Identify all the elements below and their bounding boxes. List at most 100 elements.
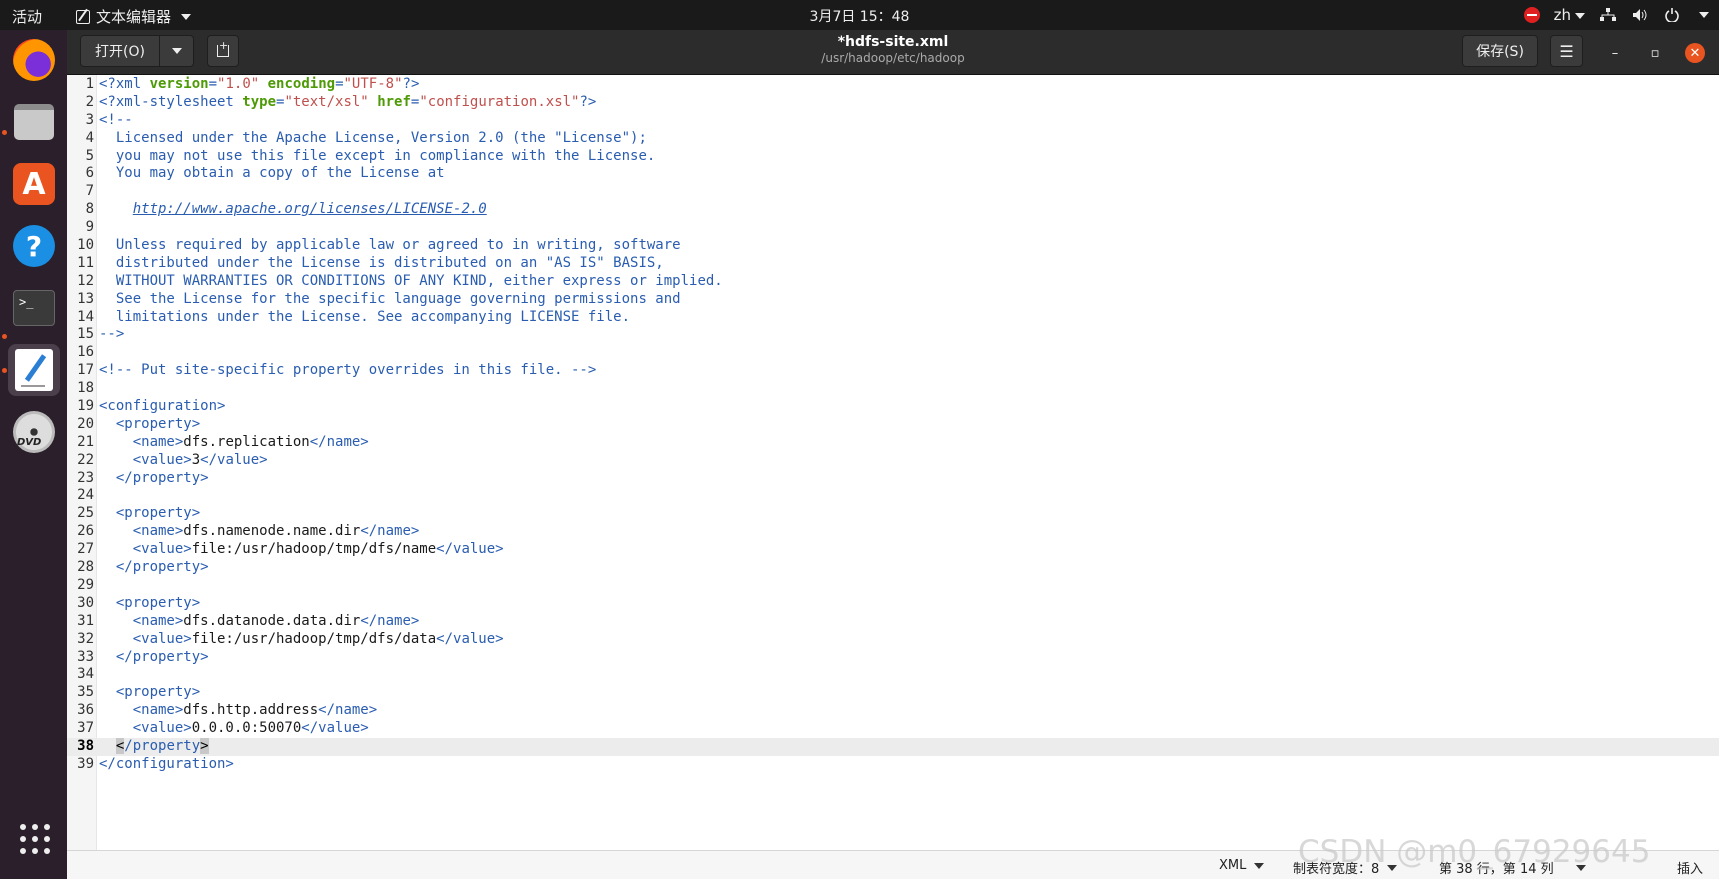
dock-item-text-editor[interactable] xyxy=(8,344,60,396)
code-token: = xyxy=(208,76,218,92)
code-line[interactable]: 38 </property> xyxy=(67,737,1719,756)
code-line[interactable]: 24 xyxy=(67,487,1719,505)
code-line[interactable]: 7 xyxy=(67,183,1719,201)
line-number: 4 xyxy=(85,129,94,146)
firefox-icon xyxy=(13,39,55,81)
code-line[interactable]: 17 <!-- Put site-specific property overri… xyxy=(67,362,1719,380)
code-line[interactable]: 15 --> xyxy=(67,326,1719,344)
code-token: </name> xyxy=(360,523,420,540)
open-button[interactable]: 打开(O) xyxy=(80,35,160,67)
activities-button[interactable]: 活动 xyxy=(12,6,42,27)
network-icon[interactable] xyxy=(1599,6,1617,24)
chevron-down-icon xyxy=(1254,862,1265,869)
dock-item-software[interactable]: A xyxy=(8,158,60,210)
code-line[interactable]: 26 <name>dfs.namenode.name.dir</name> xyxy=(67,523,1719,541)
code-line[interactable]: 1 <?xml version="1.0" encoding="UTF-8"?> xyxy=(67,76,1719,94)
code-line[interactable]: 10 Unless required by applicable law or … xyxy=(67,237,1719,255)
dock-item-files[interactable] xyxy=(8,96,60,148)
app-menu-label: 文本编辑器 xyxy=(96,8,172,26)
line-code: </property> xyxy=(99,649,209,667)
show-applications-icon[interactable] xyxy=(20,824,50,854)
system-tray[interactable]: zh xyxy=(1523,4,1709,26)
code-line[interactable]: 23 </property> xyxy=(67,470,1719,488)
code-line[interactable]: 39 </configuration> xyxy=(67,756,1719,774)
input-method-menu[interactable]: zh xyxy=(1554,6,1585,24)
code-line[interactable]: 28 </property> xyxy=(67,559,1719,577)
power-icon[interactable] xyxy=(1663,6,1681,24)
maximize-button[interactable]: ▫ xyxy=(1645,43,1665,63)
line-number: 8 xyxy=(85,201,94,218)
code-line[interactable]: 35 <property> xyxy=(67,684,1719,702)
code-token: <property> xyxy=(99,415,201,432)
code-lines[interactable]: 1 <?xml version="1.0" encoding="UTF-8"?> 2… xyxy=(67,76,1719,774)
code-line[interactable]: 13 See the License for the specific lang… xyxy=(67,291,1719,309)
language-selector[interactable]: XML xyxy=(1219,858,1265,873)
line-number: 6 xyxy=(85,165,94,182)
code-line[interactable]: 6 You may obtain a copy of the License a… xyxy=(67,165,1719,183)
code-line[interactable]: 9 xyxy=(67,219,1719,237)
hamburger-menu-button[interactable]: ☰ xyxy=(1550,35,1583,67)
dock-item-terminal[interactable]: >_ xyxy=(8,282,60,334)
code-token: version xyxy=(149,76,209,92)
close-button[interactable]: ✕ xyxy=(1685,43,1705,63)
code-token: <property> xyxy=(99,684,201,701)
dock-item-firefox[interactable] xyxy=(8,34,60,86)
chevron-down-icon[interactable] xyxy=(1699,12,1709,18)
do-not-disturb-icon[interactable] xyxy=(1523,7,1540,23)
code-line[interactable]: 33 </property> xyxy=(67,649,1719,667)
new-document-button[interactable] xyxy=(207,35,239,67)
line-code: you may not use this file except in comp… xyxy=(99,148,655,166)
code-line[interactable]: 8 http://www.apache.org/licenses/LICENSE… xyxy=(67,201,1719,219)
code-token: file:/usr/hadoop/tmp/dfs/data xyxy=(191,630,437,647)
code-token: dfs.namenode.name.dir xyxy=(183,523,361,540)
code-line[interactable]: 2 <?xml-stylesheet type="text/xsl" href="… xyxy=(67,94,1719,112)
code-line[interactable]: 32 <value>file:/usr/hadoop/tmp/dfs/data<… xyxy=(67,631,1719,649)
line-code: <?xml version="1.0" encoding="UTF-8"?> xyxy=(99,76,419,94)
dock-item-dvd[interactable]: DVD xyxy=(8,406,60,458)
code-line[interactable]: 4 Licensed under the Apache License, Ver… xyxy=(67,130,1719,148)
code-line[interactable]: 22 <value>3</value> xyxy=(67,452,1719,470)
code-line[interactable]: 19 <configuration> xyxy=(67,398,1719,416)
running-indicator xyxy=(2,334,7,339)
code-token: Licensed under the Apache License, Versi… xyxy=(99,129,647,146)
line-number: 35 xyxy=(77,684,94,701)
text-editor-area[interactable]: 1 <?xml version="1.0" encoding="UTF-8"?> 2… xyxy=(67,75,1719,850)
code-line[interactable]: 11 distributed under the License is dist… xyxy=(67,255,1719,273)
line-number: 10 xyxy=(77,237,94,254)
code-line[interactable]: 12 WITHOUT WARRANTIES OR CONDITIONS OF A… xyxy=(67,273,1719,291)
line-code: <value>3</value> xyxy=(99,452,268,470)
dvd-icon: DVD xyxy=(13,411,55,453)
save-button[interactable]: 保存(S) xyxy=(1462,35,1538,67)
dock-item-help[interactable]: ? xyxy=(8,220,60,272)
line-code: </property> xyxy=(99,559,209,577)
code-line[interactable]: 36 <name>dfs.http.address</name> xyxy=(67,702,1719,720)
code-line[interactable]: 21 <name>dfs.replication</name> xyxy=(67,434,1719,452)
code-line[interactable]: 14 limitations under the License. See ac… xyxy=(67,309,1719,327)
code-line[interactable]: 25 <property> xyxy=(67,505,1719,523)
code-line[interactable]: 37 <value>0.0.0.0:50070</value> xyxy=(67,720,1719,738)
tab-width-selector[interactable]: 制表符宽度：8 xyxy=(1293,858,1398,877)
code-line[interactable]: 16 xyxy=(67,344,1719,362)
cursor-position-selector[interactable]: 第 38 行，第 14 列 xyxy=(1439,858,1586,877)
code-token: "UTF-8" xyxy=(343,76,403,92)
insert-mode-indicator[interactable]: 插入 xyxy=(1677,858,1703,877)
app-menu[interactable]: 文本编辑器 xyxy=(76,6,192,27)
code-line[interactable]: 29 xyxy=(67,577,1719,595)
help-icon: ? xyxy=(13,225,55,267)
code-line[interactable]: 31 <name>dfs.datanode.data.dir</name> xyxy=(67,613,1719,631)
insert-mode-label: 插入 xyxy=(1677,862,1704,877)
code-token: <!-- Put site-specific property override… xyxy=(99,362,597,379)
code-token: > xyxy=(200,737,209,754)
minimize-button[interactable]: – xyxy=(1605,43,1625,63)
tab-width-label: 制表符宽度：8 xyxy=(1293,862,1380,877)
code-line[interactable]: 5 you may not use this file except in co… xyxy=(67,148,1719,166)
code-line[interactable]: 34 xyxy=(67,666,1719,684)
code-line[interactable]: 18 xyxy=(67,380,1719,398)
code-line[interactable]: 27 <value>file:/usr/hadoop/tmp/dfs/name<… xyxy=(67,541,1719,559)
code-line[interactable]: 30 <property> xyxy=(67,595,1719,613)
code-line[interactable]: 20 <property> xyxy=(67,416,1719,434)
code-line[interactable]: 3 <!-- xyxy=(67,112,1719,130)
clock[interactable]: 3月7日 15：48 xyxy=(0,6,1719,26)
open-dropdown-button[interactable] xyxy=(160,35,194,67)
volume-icon[interactable] xyxy=(1631,6,1649,24)
